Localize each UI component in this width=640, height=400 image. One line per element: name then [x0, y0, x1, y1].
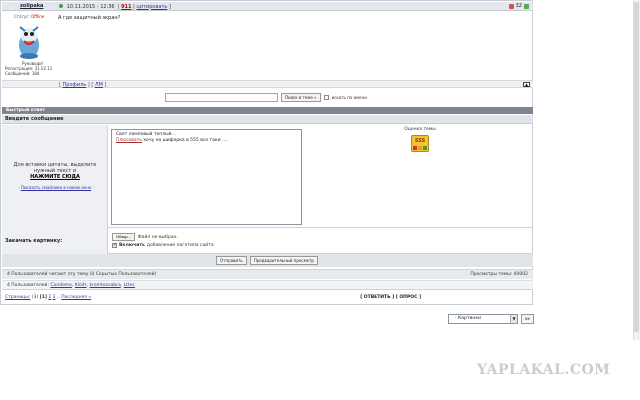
- post-date: 10.11.2015 - 12:36: [66, 3, 115, 10]
- author-status: Статус: Offline: [14, 14, 44, 19]
- logo-option: Включить добавление логотипа сайта: [112, 242, 214, 248]
- quick-reply-subheader: Введите сообщение: [2, 115, 533, 124]
- search-input[interactable]: [165, 93, 278, 102]
- file-picker: Обзор... Файл не выбран.: [112, 233, 178, 241]
- online-users-prefix: 4 Пользователей:: [7, 283, 49, 288]
- scroll-top-icon[interactable]: ▲: [523, 82, 530, 87]
- rate-down-icon[interactable]: [508, 3, 514, 9]
- message-line-2: Плюсовать хочу но шифорка в 555 все таки…: [116, 138, 297, 144]
- browse-button[interactable]: Обзор...: [112, 233, 135, 241]
- message-count: Сообщений: 184: [5, 71, 40, 76]
- author-info: Регистрация: 31.12.11 Сообщений: 184: [5, 66, 52, 76]
- add-logo-checkbox[interactable]: [112, 242, 117, 248]
- status-label: Статус:: [14, 14, 30, 19]
- pagination: Страницы: (3) [1] 2 3 .. Последняя »: [5, 295, 92, 300]
- online-users-list: 4 Пользователей: Condomo, Kloitr, kromto…: [7, 283, 135, 288]
- cite-link[interactable]: цитировать: [136, 4, 167, 10]
- reply-poll-links[interactable]: [ ОТВЕТИТЬ ] [ ОПРОС ]: [360, 295, 421, 300]
- sss-label: SSS: [414, 138, 426, 144]
- page-link-2[interactable]: 2: [48, 295, 51, 300]
- message-line-2-text: хочу но шифорка в 555 все таки ....: [141, 138, 228, 143]
- message-link: Плюсовать: [116, 138, 142, 143]
- post-header: zolipaka 10.11.2015 - 12:36 | 911 | цити…: [2, 2, 533, 11]
- quote-hint-text: Для вставки цитаты, выделите нужный текс…: [13, 162, 97, 174]
- pm-link[interactable]: ЛМ: [95, 82, 103, 88]
- page-count: (3): [31, 295, 39, 300]
- upload-picture-label-cell: Закачать картинку:: [2, 228, 108, 254]
- current-page: [1]: [39, 295, 47, 300]
- forum-jump-select[interactable]: - Картинки ▼: [448, 314, 518, 324]
- submit-row: Отправить Предварительный просмотр: [2, 254, 533, 267]
- search-by-name-checkbox[interactable]: [323, 95, 329, 100]
- upload-picture-row: Закачать картинку: Обзор... Файл не выбр…: [2, 228, 533, 254]
- topic-rating-title: Оценка темы: [404, 127, 436, 132]
- post-number[interactable]: 911: [121, 4, 131, 10]
- user-link[interactable]: Kloitr: [75, 283, 87, 288]
- quote-insert-link[interactable]: НАЖМИТЕ СЮДА: [5, 174, 105, 180]
- search-button[interactable]: Поиск в теме »: [281, 93, 321, 102]
- pages-label[interactable]: Страницы:: [5, 295, 30, 300]
- add-logo-label: добавление логотипа сайта: [146, 243, 214, 248]
- rating-value: 32: [515, 3, 522, 9]
- views-count: Просмотры темы: 40002: [470, 272, 528, 277]
- topic-rating: Оценка темы SSS: [400, 127, 440, 152]
- smiles-hint: - Показать смайлики в новом окне -: [18, 185, 94, 190]
- preview-button[interactable]: Предварительный просмотр: [249, 256, 318, 265]
- quote-hint-panel: Для вставки цитаты, выделите нужный текс…: [2, 125, 108, 228]
- post-meta: 10.11.2015 - 12:36 | 911 | цитировать ]: [59, 4, 171, 10]
- topic-search: Поиск в теме » искать по имени: [165, 93, 367, 102]
- sss-minus-icon[interactable]: [413, 146, 417, 150]
- user-link[interactable]: kromtozvabra: [90, 283, 121, 288]
- rate-up-icon[interactable]: [524, 3, 529, 9]
- sss-neutral-icon[interactable]: [418, 146, 422, 150]
- scrollbar[interactable]: [633, 0, 640, 340]
- forum-jump-value: - Картинки: [455, 316, 481, 321]
- smiles-link[interactable]: Показать смайлики в новом окне: [21, 185, 91, 190]
- user-link[interactable]: Lttec: [124, 283, 135, 288]
- forum-jump: - Картинки ▼ ок: [448, 314, 534, 324]
- user-link[interactable]: Condomo: [50, 283, 72, 288]
- upload-picture-label: Закачать картинку:: [5, 238, 63, 244]
- post-rating: 32: [508, 3, 529, 9]
- submit-buttons: Отправить Предварительный просмотр: [216, 256, 318, 265]
- add-logo-bold: Включить: [119, 243, 145, 248]
- quick-reply-header: Быстрый ответ: [2, 107, 533, 114]
- post-body: А где защитный экран?: [58, 15, 121, 21]
- post-icon: [59, 4, 63, 8]
- status-value: Offline: [31, 14, 45, 19]
- topic-stats: 4 Пользователей читают эту тему (0 Скрыт…: [2, 269, 533, 279]
- site-watermark: YAPLAKAL.COM: [477, 362, 611, 378]
- file-status: Файл не выбран.: [137, 234, 178, 240]
- post-footer-links: [ Профиль ] [ ЛМ ]: [59, 82, 107, 88]
- sss-rating-bar: [413, 146, 427, 150]
- quote-hint: Для вставки цитаты, выделите нужный текс…: [5, 162, 105, 180]
- send-button[interactable]: Отправить: [216, 256, 247, 265]
- author-profile: Статус: Offline Руководи! Регистрация: 3…: [2, 11, 55, 81]
- forum-frame: zolipaka 10.11.2015 - 12:36 | 911 | цити…: [0, 0, 533, 305]
- sss-rating-icon[interactable]: SSS: [411, 135, 429, 152]
- post-footer: [ Профиль ] [ ЛМ ] ▲: [2, 80, 533, 88]
- chevron-down-icon[interactable]: ▼: [510, 315, 517, 323]
- post-author[interactable]: zolipaka: [20, 3, 43, 9]
- online-users: 4 Пользователей: Condomo, Kloitr, kromto…: [2, 280, 533, 290]
- forum-jump-button[interactable]: ок: [521, 314, 534, 324]
- page-link-3[interactable]: 3: [53, 295, 56, 300]
- scrollbar-thumb[interactable]: [634, 2, 639, 332]
- last-page-link[interactable]: Последняя »: [61, 295, 91, 300]
- message-textarea[interactable]: Свет ламповый теплый .. Плюсовать хочу н…: [111, 129, 302, 225]
- quick-reply-body: Для вставки цитаты, выделите нужный текс…: [2, 125, 533, 228]
- search-by-name-label: искать по имени: [331, 95, 367, 100]
- profile-link[interactable]: Профиль: [63, 82, 87, 88]
- sss-plus-icon[interactable]: [423, 146, 427, 150]
- readers-count: 4 Пользователей читают эту тему (0 Скрыт…: [7, 272, 157, 277]
- avatar[interactable]: [16, 21, 42, 61]
